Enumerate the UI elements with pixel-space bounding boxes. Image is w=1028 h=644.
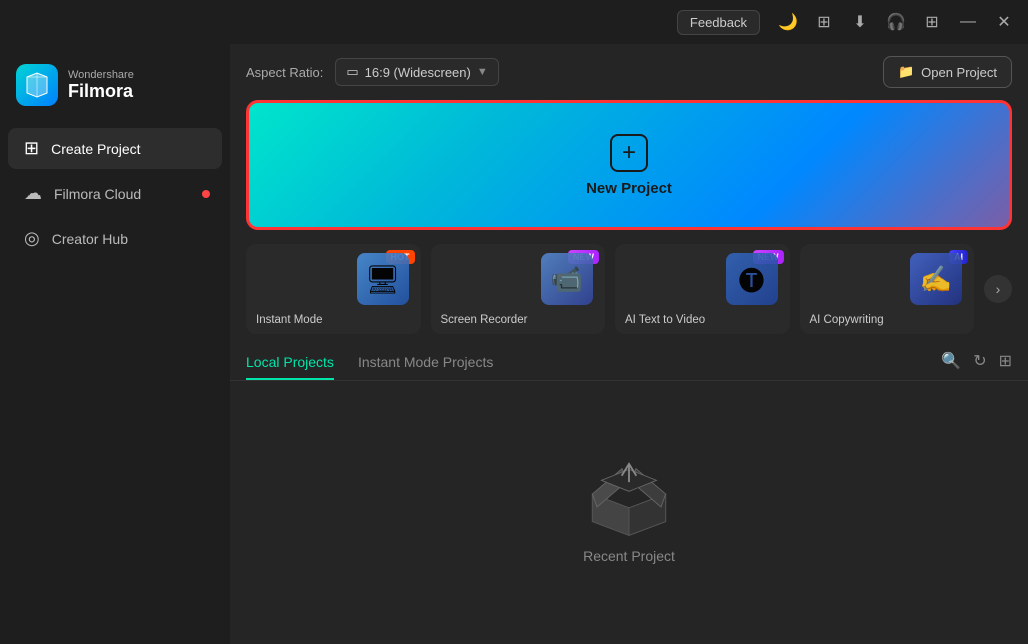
ai-text-video-label: AI Text to Video	[625, 314, 705, 326]
nav-creator-hub[interactable]: ◎ Creator Hub	[8, 218, 222, 259]
feature-card-instant-mode[interactable]: HOT 🖥 Instant Mode	[246, 244, 421, 334]
create-project-icon: ⊞	[24, 138, 39, 159]
search-icon[interactable]: 🔍	[941, 351, 961, 371]
screen-recorder-label: Screen Recorder	[441, 314, 528, 326]
aspect-ratio-value: 16:9 (Widescreen)	[365, 65, 471, 80]
open-project-label: Open Project	[921, 65, 997, 80]
ai-copywriting-label: AI Copywriting	[810, 314, 884, 326]
grid-icon[interactable]: ⊞	[916, 6, 948, 38]
tab-local-projects[interactable]: Local Projects	[246, 346, 334, 380]
close-button[interactable]: ✕	[988, 6, 1020, 38]
scroll-right-arrow[interactable]: ›	[984, 275, 1012, 303]
chevron-down-icon: ▼	[477, 66, 488, 78]
ai-copywriting-icon: ✍	[910, 253, 970, 313]
logo-area: Wondershare Filmora	[0, 56, 230, 126]
content-area: Aspect Ratio: ▭ 16:9 (Widescreen) ▼ 📁 Op…	[230, 44, 1028, 644]
ai-text-video-icon: 🅣	[726, 253, 786, 313]
screen-recorder-icon: 📹	[541, 253, 601, 313]
nav-create-project-label: Create Project	[51, 141, 140, 157]
recent-project-label: Recent Project	[583, 548, 675, 564]
nav-create-project[interactable]: ⊞ Create Project	[8, 128, 222, 169]
headset-icon[interactable]: 🎧	[880, 6, 912, 38]
new-project-plus-icon: +	[610, 134, 648, 172]
theme-toggle-icon[interactable]: 🌙	[772, 6, 804, 38]
titlebar: Feedback 🌙 ⊞ ⬇ 🎧 ⊞ — ✕	[0, 0, 1028, 44]
settings-icon[interactable]: ⊞	[808, 6, 840, 38]
instant-mode-icon: 🖥	[357, 253, 417, 313]
logo-text: Wondershare Filmora	[68, 69, 134, 102]
aspect-ratio-selector[interactable]: ▭ 16:9 (Widescreen) ▼	[335, 58, 498, 86]
download-icon[interactable]: ⬇	[844, 6, 876, 38]
empty-state: Recent Project	[230, 381, 1028, 644]
empty-box-illustration	[574, 442, 684, 532]
nav-filmora-cloud[interactable]: ☁ Filmora Cloud	[8, 173, 222, 214]
brand-name: Wondershare	[68, 69, 134, 81]
feedback-button[interactable]: Feedback	[677, 10, 760, 35]
feature-card-screen-recorder[interactable]: NEW 📹 Screen Recorder	[431, 244, 606, 334]
instant-mode-label: Instant Mode	[256, 314, 322, 326]
new-project-banner[interactable]: + New Project	[246, 100, 1012, 230]
creator-hub-icon: ◎	[24, 228, 40, 249]
aspect-ratio-icon: ▭	[346, 64, 358, 80]
new-project-label: New Project	[586, 180, 672, 197]
refresh-icon[interactable]: ↻	[973, 351, 986, 371]
tab-actions: 🔍 ↻ ⊞	[941, 351, 1012, 375]
nav-creator-hub-label: Creator Hub	[52, 231, 128, 247]
notification-dot	[202, 190, 210, 198]
logo-icon	[16, 64, 58, 106]
open-project-button[interactable]: 📁 Open Project	[883, 56, 1012, 88]
projects-tabs: Local Projects Instant Mode Projects 🔍 ↻…	[230, 342, 1028, 381]
aspect-ratio-label: Aspect Ratio:	[246, 65, 323, 80]
product-name: Filmora	[68, 81, 134, 102]
tab-instant-mode-projects[interactable]: Instant Mode Projects	[358, 346, 493, 380]
minimize-button[interactable]: —	[952, 6, 984, 38]
cloud-icon: ☁	[24, 183, 42, 204]
grid-view-icon[interactable]: ⊞	[999, 351, 1012, 371]
sidebar: Wondershare Filmora ⊞ Create Project ☁ F…	[0, 44, 230, 644]
folder-icon: 📁	[898, 64, 914, 80]
feature-card-ai-copywriting[interactable]: AI ✍ AI Copywriting	[800, 244, 975, 334]
feature-cards: HOT 🖥 Instant Mode NEW 📹 Screen Recorder…	[230, 230, 1028, 342]
feature-card-ai-text-video[interactable]: NEW 🅣 AI Text to Video	[615, 244, 790, 334]
nav-filmora-cloud-label: Filmora Cloud	[54, 186, 141, 202]
top-bar: Aspect Ratio: ▭ 16:9 (Widescreen) ▼ 📁 Op…	[230, 44, 1028, 100]
